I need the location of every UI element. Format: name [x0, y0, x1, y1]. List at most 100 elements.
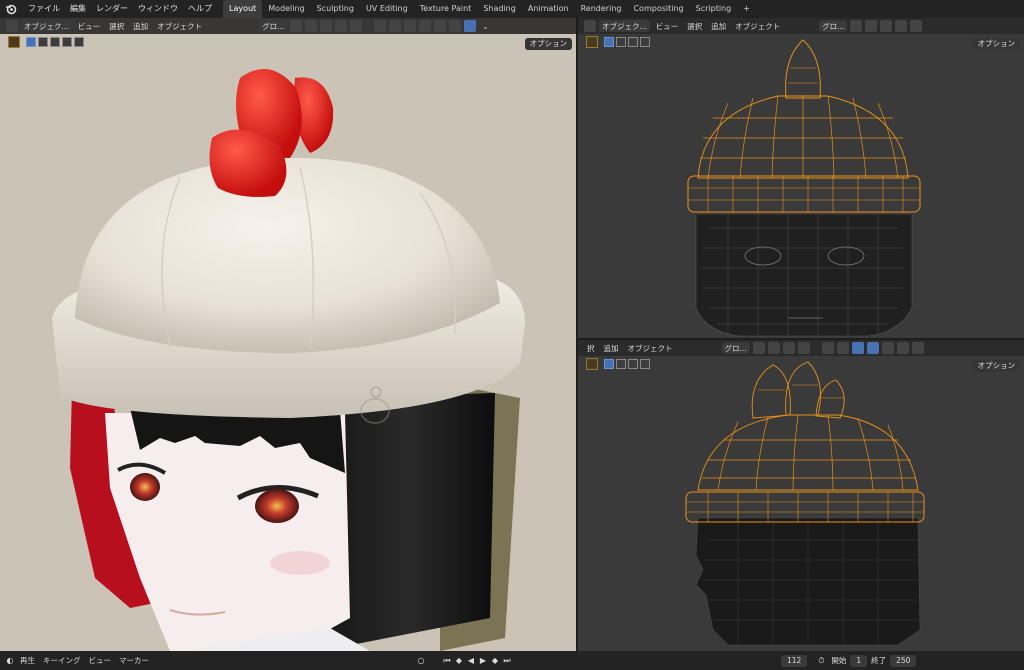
- start-frame-field[interactable]: 1: [850, 654, 868, 667]
- jump-start-icon[interactable]: ⏮: [441, 655, 453, 667]
- pivot-icon[interactable]: [290, 20, 303, 32]
- solid-shading-icon[interactable]: [434, 20, 447, 32]
- falloff-icon[interactable]: [895, 20, 908, 32]
- tab-sculpting[interactable]: Sculpting: [311, 0, 360, 18]
- select-invert-icon[interactable]: [62, 37, 72, 47]
- select-subtract-icon[interactable]: [628, 37, 638, 47]
- viewport-side-wireframe[interactable]: 択 追加 オブジェクト グロ... オプション: [578, 340, 1024, 651]
- menu-object[interactable]: オブジェクト: [732, 21, 783, 32]
- mode-dropdown[interactable]: オブジェク...: [21, 20, 72, 32]
- menu-add[interactable]: 追加: [601, 343, 622, 354]
- menu-select[interactable]: 選択: [106, 21, 127, 32]
- tab-layout[interactable]: Layout: [223, 0, 263, 18]
- transform-orientation-dropdown[interactable]: グロ...: [259, 20, 288, 32]
- xray-icon[interactable]: [404, 20, 417, 32]
- menu-select[interactable]: 択: [584, 343, 598, 354]
- transform-orientation-dropdown[interactable]: グロ...: [721, 342, 750, 354]
- tab-animation[interactable]: Animation: [522, 0, 575, 18]
- preview-range-icon[interactable]: ⏱: [815, 655, 827, 667]
- overlay-icon[interactable]: [836, 342, 849, 354]
- wireframe-shading-icon[interactable]: [419, 20, 432, 32]
- menu-render[interactable]: レンダー: [91, 0, 133, 18]
- play-icon[interactable]: ▶: [477, 655, 489, 667]
- tab-rendering[interactable]: Rendering: [575, 0, 628, 18]
- jump-end-icon[interactable]: ⏭: [501, 655, 513, 667]
- select-new-icon[interactable]: [26, 37, 36, 47]
- menu-add[interactable]: 追加: [708, 21, 729, 32]
- options-dropdown[interactable]: オプション: [972, 38, 1020, 50]
- pivot-icon[interactable]: [752, 342, 765, 354]
- editor-type-icon[interactable]: ◐: [4, 655, 16, 667]
- menu-help[interactable]: ヘルプ: [183, 0, 217, 18]
- marker-menu[interactable]: マーカー: [115, 655, 153, 666]
- pivot-icon[interactable]: [850, 20, 863, 32]
- select-new-icon[interactable]: [604, 37, 614, 47]
- rendered-shading-icon[interactable]: [464, 20, 477, 32]
- overlay-icon[interactable]: [389, 20, 402, 32]
- falloff-icon[interactable]: [350, 20, 363, 32]
- gizmo-icon[interactable]: [821, 342, 834, 354]
- select-new-icon[interactable]: [604, 359, 614, 369]
- menu-object[interactable]: オブジェクト: [625, 343, 676, 354]
- menu-file[interactable]: ファイル: [23, 0, 65, 18]
- transform-orientation-dropdown[interactable]: グロ...: [819, 20, 848, 32]
- xray-icon[interactable]: [851, 342, 864, 354]
- view-menu[interactable]: ビュー: [85, 655, 116, 666]
- overlay-icon[interactable]: [910, 20, 923, 32]
- tab-shading[interactable]: Shading: [477, 0, 522, 18]
- wireframe-shading-icon[interactable]: [866, 342, 879, 354]
- menu-select[interactable]: 選択: [684, 21, 705, 32]
- menu-object[interactable]: オブジェクト: [154, 21, 205, 32]
- tab-uv-editing[interactable]: UV Editing: [360, 0, 414, 18]
- proportional-edit-icon[interactable]: [335, 20, 348, 32]
- select-invert-icon[interactable]: [640, 37, 650, 47]
- current-frame-field[interactable]: 112: [781, 654, 808, 667]
- select-intersect-icon[interactable]: [74, 37, 84, 47]
- menu-add[interactable]: 追加: [130, 21, 151, 32]
- proportional-edit-icon[interactable]: [782, 342, 795, 354]
- select-tool-icon[interactable]: [8, 36, 20, 48]
- editor-type-icon[interactable]: [6, 20, 18, 32]
- mode-dropdown[interactable]: オブジェク...: [599, 20, 650, 32]
- material-shading-icon[interactable]: [449, 20, 462, 32]
- menu-edit[interactable]: 編集: [65, 0, 91, 18]
- tab-compositing[interactable]: Compositing: [627, 0, 689, 18]
- auto-keying-icon[interactable]: ○: [415, 655, 427, 667]
- play-reverse-icon[interactable]: ◀: [465, 655, 477, 667]
- editor-type-icon[interactable]: [584, 20, 596, 32]
- menu-view[interactable]: ビュー: [75, 21, 104, 32]
- menu-window[interactable]: ウィンドウ: [133, 0, 183, 18]
- falloff-icon[interactable]: [797, 342, 810, 354]
- solid-shading-icon[interactable]: [881, 342, 894, 354]
- blender-logo-icon[interactable]: [3, 1, 19, 17]
- end-frame-field[interactable]: 250: [890, 654, 917, 667]
- options-dropdown[interactable]: オプション: [972, 360, 1020, 372]
- select-extend-icon[interactable]: [616, 359, 626, 369]
- snap-icon[interactable]: [767, 342, 780, 354]
- prev-keyframe-icon[interactable]: ◆: [453, 655, 465, 667]
- tab-scripting[interactable]: Scripting: [690, 0, 738, 18]
- viewport-front-wireframe[interactable]: オブジェク... ビュー 選択 追加 オブジェクト グロ... オプション: [578, 18, 1024, 338]
- next-keyframe-icon[interactable]: ◆: [489, 655, 501, 667]
- gizmo-icon[interactable]: [374, 20, 387, 32]
- proportional-edit-icon[interactable]: [880, 20, 893, 32]
- select-tool-icon[interactable]: [586, 36, 598, 48]
- shading-options-dropdown[interactable]: ⌄: [479, 22, 491, 31]
- select-tool-icon[interactable]: [586, 358, 598, 370]
- snap-icon[interactable]: [865, 20, 878, 32]
- select-extend-icon[interactable]: [38, 37, 48, 47]
- tab-texture-paint[interactable]: Texture Paint: [414, 0, 478, 18]
- material-shading-icon[interactable]: [896, 342, 909, 354]
- viewport-main[interactable]: オブジェク... ビュー 選択 追加 オブジェクト グロ... ⌄ オプション: [0, 18, 576, 651]
- menu-view[interactable]: ビュー: [653, 21, 682, 32]
- select-subtract-icon[interactable]: [50, 37, 60, 47]
- tab-modeling[interactable]: Modeling: [262, 0, 310, 18]
- playback-menu[interactable]: 再生: [16, 655, 39, 666]
- keying-menu[interactable]: キーイング: [39, 655, 85, 666]
- select-invert-icon[interactable]: [640, 359, 650, 369]
- snap-icon[interactable]: [305, 20, 318, 32]
- add-workspace-button[interactable]: +: [737, 0, 756, 18]
- options-dropdown[interactable]: オプション: [524, 38, 572, 50]
- snap-target-icon[interactable]: [320, 20, 333, 32]
- select-subtract-icon[interactable]: [628, 359, 638, 369]
